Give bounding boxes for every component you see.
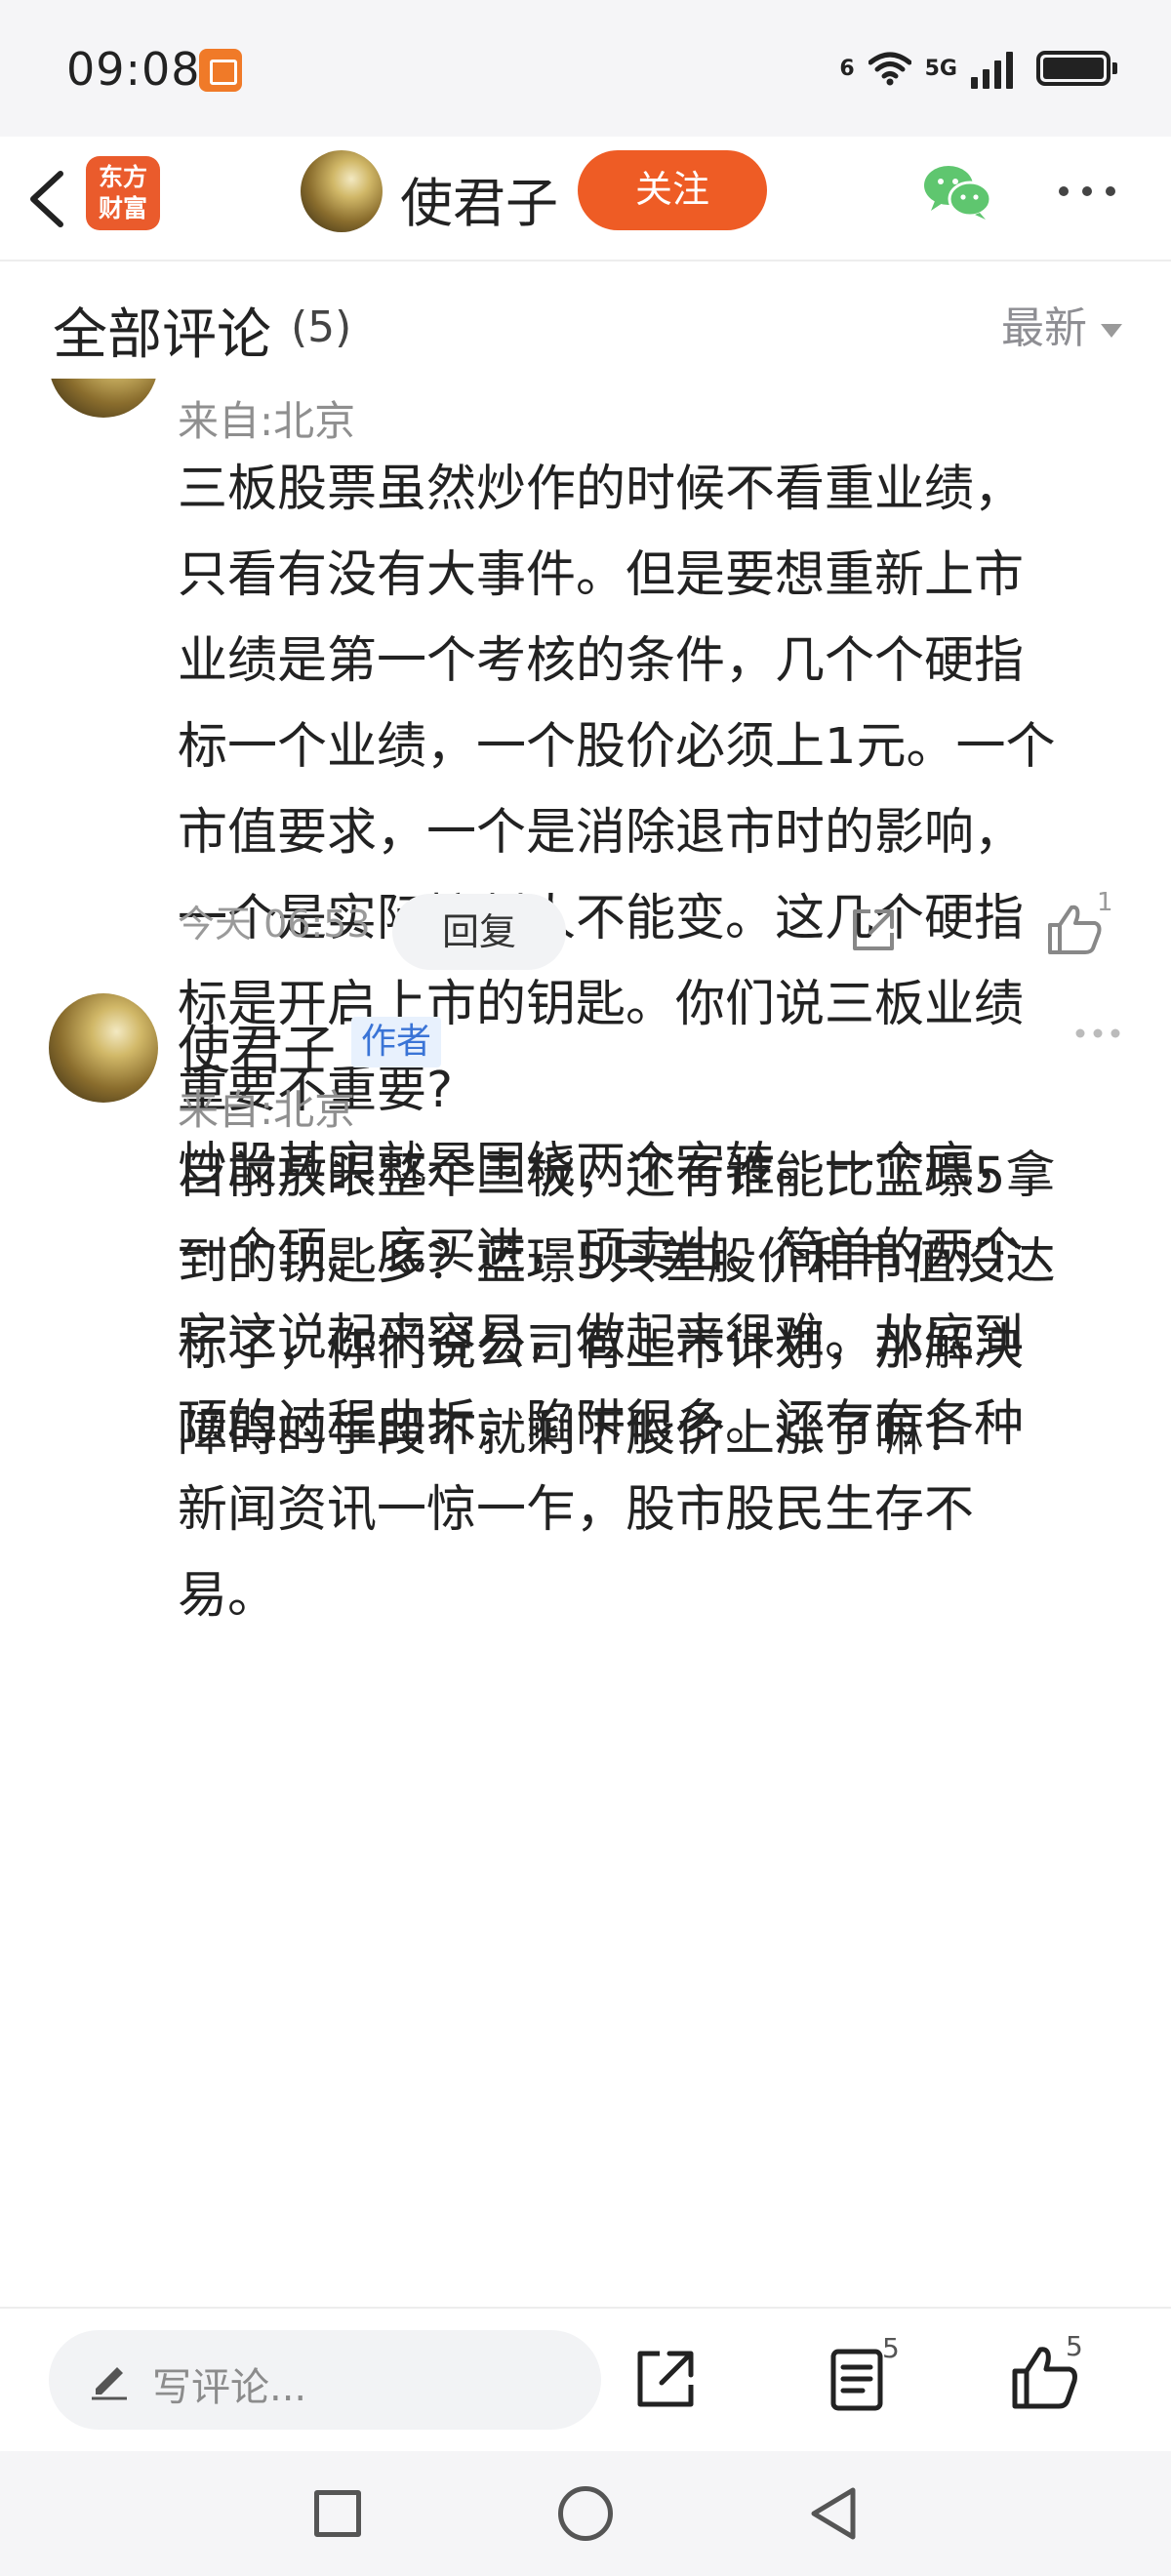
comment-input[interactable]: 写评论...	[49, 2330, 601, 2430]
comment-time: 今天 06:53	[178, 903, 371, 946]
comment-location: 来自:北京	[178, 397, 356, 445]
logo-line-2: 财富	[98, 194, 147, 222]
back-arrow-icon[interactable]	[21, 164, 80, 234]
comments-title: 全部评论	[53, 303, 271, 367]
share-icon[interactable]	[634, 2348, 697, 2410]
comment-placeholder: 写评论...	[152, 2365, 307, 2410]
wifi-icon	[868, 52, 911, 86]
system-nav-bar	[0, 2451, 1171, 2576]
signal-icon	[971, 48, 1013, 89]
comment-count: 5	[882, 2332, 900, 2364]
share-icon[interactable]	[849, 906, 898, 954]
comment-text[interactable]: 炒股其实就是围绕两个字转。一个底， 一个顶。底买进，顶卖出。简单的两个 字这说起…	[178, 1124, 1134, 1639]
bottom-action-bar: 写评论... 5 5	[0, 2307, 1171, 2451]
commenter-name[interactable]: 使君子	[178, 1007, 336, 1084]
pen-icon	[92, 2367, 127, 2400]
wifi-label: 6	[839, 56, 855, 81]
author-badge: 作者	[351, 1017, 441, 1067]
comments-header: 全部评论 (5) 最新	[0, 263, 1171, 379]
reply-button[interactable]: 回复	[392, 894, 566, 970]
follow-button[interactable]: 关注	[578, 150, 767, 230]
comments-count: (5)	[291, 302, 352, 352]
author-avatar[interactable]	[301, 150, 383, 232]
sort-dropdown[interactable]: 最新	[1001, 293, 1122, 355]
comment-list: 来自:北京 三板股票虽然炒作的时候不看重业绩， 只看有没有大事件。但是要想重新上…	[0, 379, 1171, 2307]
like-count: 1	[1097, 888, 1113, 917]
network-label: 5G	[924, 56, 957, 81]
thumbs-up-icon[interactable]	[1046, 902, 1105, 956]
nav-bar: 东方 财富 使君子 关注	[0, 137, 1171, 262]
commenter-avatar[interactable]	[49, 379, 158, 418]
logo-line-1: 东方	[98, 163, 147, 191]
author-name[interactable]: 使君子	[400, 160, 558, 237]
back-triangle-icon[interactable]	[806, 2484, 861, 2543]
comment-more-icon[interactable]	[1073, 1026, 1122, 1040]
sort-label: 最新	[1001, 303, 1087, 353]
commenter-avatar[interactable]	[49, 993, 158, 1103]
status-bar: 09:08 6 5G	[0, 0, 1171, 137]
wechat-icon[interactable]	[921, 160, 993, 222]
battery-icon	[1036, 51, 1117, 86]
status-indicators: 6 5G	[839, 43, 1117, 94]
app-notification-icon	[199, 49, 242, 92]
status-time: 09:08	[66, 43, 201, 96]
recents-icon[interactable]	[314, 2490, 361, 2537]
like-count: 5	[1066, 2330, 1083, 2362]
more-icon[interactable]	[1056, 183, 1118, 199]
home-icon[interactable]	[558, 2486, 613, 2541]
caret-down-icon	[1101, 324, 1122, 338]
app-logo[interactable]: 东方 财富	[86, 156, 160, 230]
comments-list-icon[interactable]	[829, 2348, 890, 2412]
